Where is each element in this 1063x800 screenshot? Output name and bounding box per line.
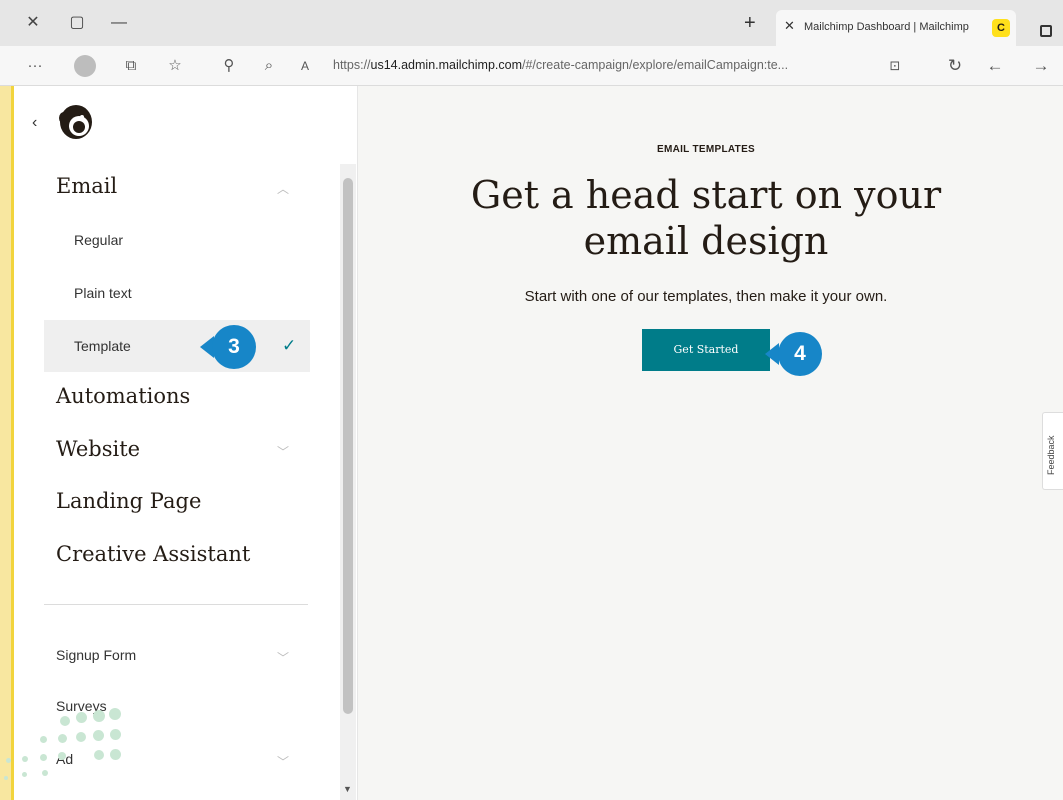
url-domain: us14.admin.mailchimp.com xyxy=(370,58,522,72)
step-4-pointer xyxy=(765,343,779,365)
sidebar: ‹ ▼ Email ︿ Regular Plain text Template … xyxy=(14,86,358,800)
sidebar-item-website[interactable]: Website xyxy=(56,437,140,461)
section-eyebrow: EMAIL TEMPLATES xyxy=(656,144,756,155)
sidebar-item-signup-form[interactable]: Signup Form xyxy=(56,647,136,663)
sidebar-divider xyxy=(44,604,308,605)
chevron-down-icon[interactable]: ﹀ xyxy=(277,753,289,770)
sidebar-item-template[interactable]: Template xyxy=(74,338,131,354)
step-4-badge: 4 xyxy=(778,332,822,376)
browser-titlebar: ✕ ▢ — + ✕ Mailchimp Dashboard | Mailchim… xyxy=(0,0,1063,46)
sidebar-item-creative-assistant[interactable]: Creative Assistant xyxy=(56,542,250,566)
restore-window-icon[interactable]: ▢ xyxy=(66,12,88,34)
chevron-down-icon[interactable]: ﹀ xyxy=(277,649,289,666)
scroll-down-arrow-icon[interactable]: ▼ xyxy=(343,784,352,794)
sidebar-item-plain-text[interactable]: Plain text xyxy=(74,285,132,301)
page-title-line-2: email design xyxy=(583,219,829,263)
sidebar-item-automations[interactable]: Automations xyxy=(56,384,190,408)
new-tab-icon[interactable]: + xyxy=(744,13,756,33)
sidebar-item-email[interactable]: Email xyxy=(56,174,117,198)
refresh-icon[interactable]: ↻ xyxy=(944,55,966,77)
profile-icon[interactable] xyxy=(74,55,96,77)
sidebar-item-landing-page[interactable]: Landing Page xyxy=(56,489,201,513)
chevron-down-icon[interactable]: ﹀ xyxy=(277,443,289,460)
checkmark-icon: ✓ xyxy=(282,336,297,355)
page-title-line-1: Get a head start on your xyxy=(470,173,942,217)
feedback-label: Feedback xyxy=(1046,435,1056,475)
forward-icon[interactable]: → xyxy=(1030,55,1052,77)
collections-icon[interactable]: ⧉ xyxy=(120,55,142,77)
browser-toolbar: ··· ⧉ ☆ ⚲ ⌕ A https://us14.admin.mailchi… xyxy=(0,46,1063,86)
sidebar-item-regular[interactable]: Regular xyxy=(74,232,123,248)
page-subtitle: Start with one of our templates, then ma… xyxy=(524,288,888,305)
tab-title: Mailchimp Dashboard | Mailchimp xyxy=(804,21,969,33)
page-edge-accent xyxy=(0,86,14,800)
sidebar-scrollbar-thumb[interactable] xyxy=(343,178,353,714)
mailchimp-favicon-icon: C xyxy=(992,19,1010,37)
tab-actions-icon[interactable] xyxy=(1040,25,1052,37)
favorites-icon[interactable]: ☆ xyxy=(164,55,186,77)
feedback-tab[interactable]: Feedback xyxy=(1042,412,1063,490)
back-chevron-icon[interactable]: ‹ xyxy=(32,114,37,132)
tab-close-icon[interactable]: ✕ xyxy=(784,18,795,34)
close-window-icon[interactable]: ✕ xyxy=(22,12,44,34)
main-content: EMAIL TEMPLATES Get a head start on your… xyxy=(358,86,1063,800)
back-icon[interactable]: ← xyxy=(984,55,1006,77)
more-icon[interactable]: ··· xyxy=(24,55,46,77)
minimize-window-icon[interactable]: — xyxy=(108,12,130,34)
lock-icon[interactable]: ⊡ xyxy=(884,55,906,77)
url-path: /#/create-campaign/explore/emailCampaign… xyxy=(521,58,789,72)
mailchimp-logo-icon[interactable] xyxy=(54,100,98,142)
address-bar[interactable]: https://us14.admin.mailchimp.com/#/creat… xyxy=(333,58,788,72)
page-title: Get a head start on your email design xyxy=(358,172,1054,264)
zoom-icon[interactable]: ⌕ xyxy=(258,55,280,77)
step-3-badge: 3 xyxy=(212,325,256,369)
extensions-icon[interactable]: ⚲ xyxy=(218,55,240,77)
get-started-button[interactable]: Get Started xyxy=(642,329,770,371)
read-aloud-icon[interactable]: A xyxy=(294,55,316,77)
chevron-up-icon[interactable]: ︿ xyxy=(277,180,289,197)
browser-tab[interactable]: ✕ Mailchimp Dashboard | Mailchimp C xyxy=(776,10,1016,46)
